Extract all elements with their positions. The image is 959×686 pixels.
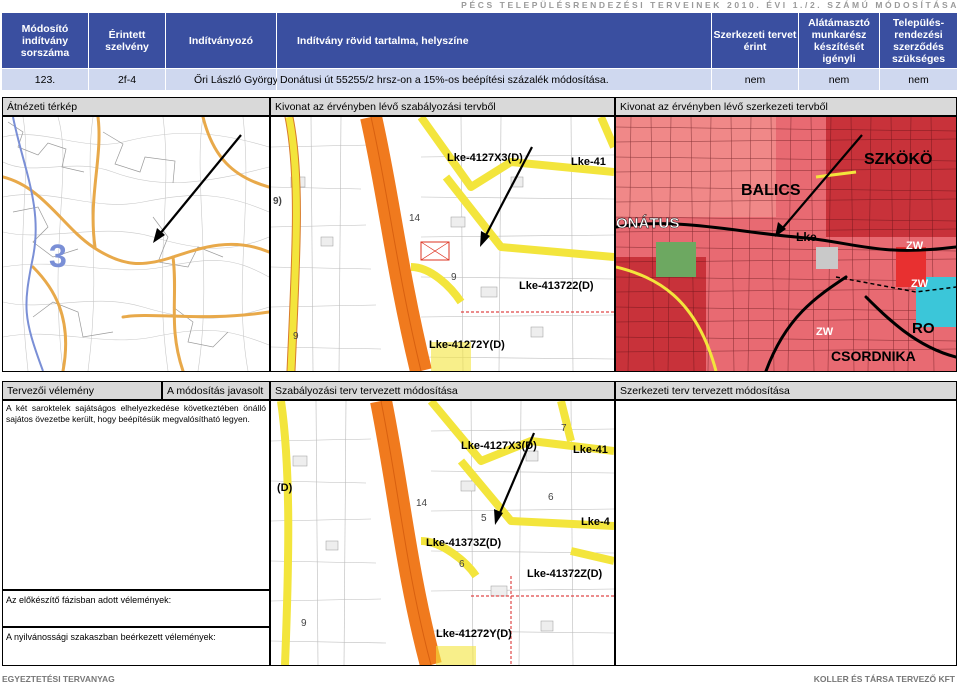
reg-label-6: 9 bbox=[451, 272, 457, 283]
struct-label-2: BALICS bbox=[741, 182, 801, 199]
proposed-structure-map bbox=[615, 400, 957, 666]
elokeszito-velemenyek: Az előkészítő fázisban adott vélemények: bbox=[2, 590, 270, 627]
proposed-regulation-map: Lke-4127X3(D) Lke-41 Lke-4 Lke-41373Z(D)… bbox=[270, 400, 615, 666]
plan-label-4: Lke-41373Z(D) bbox=[426, 537, 502, 549]
plan-label-8: 14 bbox=[416, 498, 428, 509]
label-tervezoi-velemeny: Tervezői vélemény bbox=[2, 381, 162, 400]
regulation-map: Lke-4127X3(D) Lke-41 Lke-413722(D) Lke-4… bbox=[270, 116, 615, 372]
label-szabalyozasi-kivonat: Kivonat az érvényben lévő szabályozási t… bbox=[270, 97, 615, 116]
plan-label-11: 5 bbox=[481, 513, 487, 524]
plan-label-10: 6 bbox=[459, 559, 465, 570]
struct-label-9: ZW bbox=[911, 278, 929, 290]
reg-label-3: Lke-413722(D) bbox=[519, 280, 594, 292]
header-alatamaszto: Alátámasztó munkarész készítését igényli bbox=[799, 13, 879, 68]
reg-label-4: Lke-41272Y(D) bbox=[429, 339, 505, 351]
row-tartalom: Donátusi út 55255/2 hrsz-on a 15%-os beé… bbox=[277, 69, 711, 90]
struct-label-4: Lke bbox=[796, 230, 817, 244]
reg-label-7: 9 bbox=[293, 331, 299, 342]
reg-label-1: Lke-4127X3(D) bbox=[447, 152, 523, 164]
plan-label-3: Lke-4 bbox=[581, 516, 611, 528]
struct-label-5: RO bbox=[912, 320, 935, 337]
row-inditvanyozo: Őri László György bbox=[166, 69, 278, 90]
reg-label-5: 14 bbox=[409, 213, 421, 224]
plan-label-13: 7 bbox=[561, 423, 567, 434]
struct-label-6: CSORDNIKA bbox=[831, 348, 916, 364]
nyilvanossagi-velemenyek: A nyilvánossági szakaszban beérkezett vé… bbox=[2, 627, 270, 666]
reg-label-2: Lke-41 bbox=[571, 156, 606, 168]
header-modosito: Módosító indítvány sorszáma bbox=[2, 13, 88, 68]
row-szelveny: 2f-4 bbox=[89, 69, 165, 90]
header-szerkezeti: Szerkezeti tervet érint bbox=[712, 13, 798, 68]
row-alatamaszto: nem bbox=[799, 69, 879, 90]
struct-label-3: ONÁTUS bbox=[616, 215, 679, 232]
row-sorszam: 123. bbox=[2, 69, 88, 90]
label-szab-modositas: Szabályozási terv tervezett módosítása bbox=[270, 381, 615, 400]
struct-label-1: SZKÖKÖ bbox=[864, 149, 932, 168]
header-tartalom: Indítvány rövid tartalma, helyszíne bbox=[277, 13, 711, 68]
plan-label-9: 6 bbox=[548, 492, 554, 503]
structure-map: SZKÖKÖ BALICS ONÁTUS Lke RO CSORDNIKA ZW… bbox=[615, 116, 957, 372]
label-szerkezeti-kivonat: Kivonat az érvényben lévő szerkezeti ter… bbox=[615, 97, 957, 116]
header-inditvanyozo: Indítványozó bbox=[166, 13, 276, 68]
label-atnezeti: Átnézeti térkép bbox=[2, 97, 270, 116]
header-szelveny: Érintett szelvény bbox=[89, 13, 165, 68]
footer-right: KOLLER ÉS TÁRSA TERVEZŐ KFT bbox=[813, 674, 955, 684]
plan-label-7: (D) bbox=[277, 482, 293, 494]
document-header: PÉCS TELEPÜLÉSRENDEZÉSI TERVEINEK 2010. … bbox=[461, 0, 959, 10]
footer-left: EGYEZTETÉSI TERVANYAG bbox=[2, 674, 115, 684]
reg-label-8: 9) bbox=[273, 196, 282, 207]
velemeny-text: A két saroktelek sajátságos elhelyezkedé… bbox=[2, 400, 270, 590]
struct-label-8: ZW bbox=[816, 326, 834, 338]
header-telepules: Település-rendezési szerződés szükséges bbox=[880, 13, 957, 68]
plan-label-12: 9 bbox=[301, 618, 307, 629]
label-szerk-modositas: Szerkezeti terv tervezett módosítása bbox=[615, 381, 957, 400]
plan-label-6: Lke-41272Y(D) bbox=[436, 628, 512, 640]
plan-label-5: Lke-41372Z(D) bbox=[527, 568, 603, 580]
plan-label-2: Lke-41 bbox=[573, 444, 608, 456]
row-szerkezeti: nem bbox=[712, 69, 798, 90]
overview-map: 3 bbox=[2, 116, 270, 372]
row-telepules: nem bbox=[880, 69, 957, 90]
label-modositas-javasolt: A módosítás javasolt bbox=[162, 381, 270, 400]
struct-label-7: ZW bbox=[906, 240, 924, 252]
overview-district-number: 3 bbox=[49, 238, 67, 274]
